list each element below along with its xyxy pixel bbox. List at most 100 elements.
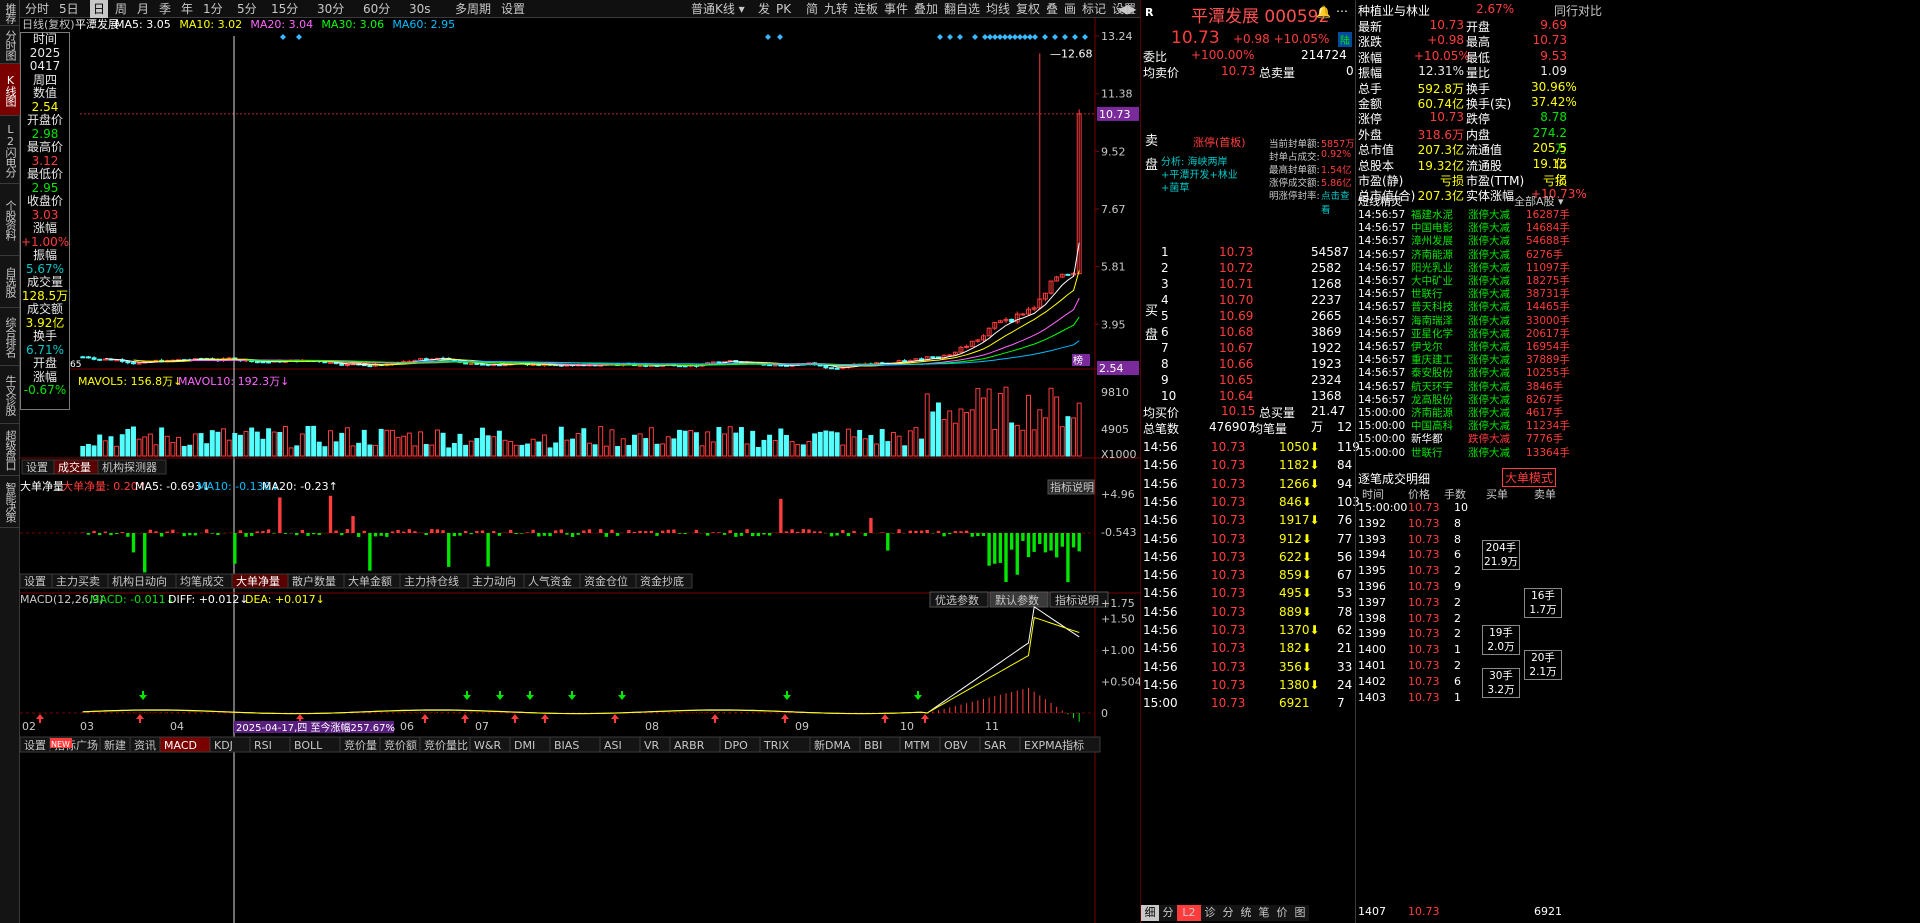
quote-tab-7[interactable]: 价 xyxy=(1273,905,1291,921)
bottom-tab-20[interactable]: BBI xyxy=(864,739,882,752)
vol-bar-159 xyxy=(975,388,981,457)
bottom-tab-24[interactable]: EXPMA指标 xyxy=(1024,738,1084,752)
period-btn-13[interactable]: 多周期 xyxy=(452,0,494,18)
quote-tab-6[interactable]: 笔 xyxy=(1255,905,1273,921)
quote-tab-4[interactable]: 分 xyxy=(1219,905,1237,921)
dadan-tab-11[interactable]: 资金抄底 xyxy=(640,574,684,588)
period-btn-8[interactable]: 5分 xyxy=(234,0,260,18)
toolbar-btn-9[interactable]: 复权 xyxy=(1013,0,1043,18)
sidebar-tab-8[interactable]: 超级盘口 xyxy=(0,424,20,476)
quote-tab-1[interactable]: 分 xyxy=(1159,905,1177,921)
quote-tab-3[interactable]: 诊 xyxy=(1201,905,1219,921)
period-btn-12[interactable]: 30s xyxy=(406,0,434,18)
bottom-tab-23[interactable]: SAR xyxy=(984,739,1007,752)
toolbar-btn-12[interactable]: 标记 xyxy=(1079,0,1109,18)
period-btn-11[interactable]: 60分 xyxy=(360,0,393,18)
dadan-tab-1[interactable]: 主力买卖 xyxy=(56,575,100,588)
bottom-tab-4[interactable]: MACD xyxy=(164,739,197,752)
period-btn-7[interactable]: 1分 xyxy=(200,0,226,18)
quote-tab-0[interactable]: 细 xyxy=(1141,905,1159,921)
bottom-tab-19[interactable]: 新DMA xyxy=(814,738,851,752)
more-icon[interactable]: ⋯ xyxy=(1336,4,1348,18)
dadan-tab-8[interactable]: 主力动向 xyxy=(472,574,516,588)
period-btn-14[interactable]: 设置 xyxy=(498,0,528,18)
period-btn-0[interactable]: 分时 xyxy=(22,0,52,18)
dadan-tab-10[interactable]: 资金仓位 xyxy=(584,574,628,588)
period-btn-3[interactable]: 周 xyxy=(112,0,130,18)
bottom-tab-12[interactable]: DMI xyxy=(514,739,535,752)
bottom-tab-3[interactable]: 资讯 xyxy=(134,739,156,752)
sidebar-tab-7[interactable]: 牛叉诊股 xyxy=(0,366,20,424)
sidebar-tab-9[interactable]: 智能决策 xyxy=(0,476,20,528)
quote-tab-2[interactable]: L2 xyxy=(1177,905,1201,921)
toolbar-btn-6[interactable]: 叠加 xyxy=(911,0,941,18)
sidebar-tab-2[interactable]: K线图 xyxy=(0,64,20,116)
period-btn-2[interactable]: 日 xyxy=(90,0,109,18)
quote-tab-5[interactable]: 统 xyxy=(1237,905,1255,921)
bottom-tab-6[interactable]: RSI xyxy=(254,739,272,752)
dadan-tab-9[interactable]: 人气资金 xyxy=(528,574,572,588)
bottom-tab-5[interactable]: KDJ xyxy=(214,739,233,752)
bottom-tab-18[interactable]: TRIX xyxy=(763,739,790,752)
bell-icon[interactable]: 🔔 xyxy=(1316,5,1331,19)
bottom-tab-16[interactable]: ARBR xyxy=(674,739,705,752)
bottom-tab-22[interactable]: OBV xyxy=(944,739,968,752)
sidebar-tab-6[interactable]: 综合排名 xyxy=(0,308,20,366)
period-btn-5[interactable]: 季 xyxy=(156,0,174,18)
toolbar-btn-7[interactable]: 翻自选 xyxy=(941,0,983,18)
vol-tab-1[interactable]: 成交量 xyxy=(58,460,91,474)
toolbar-btn-2[interactable]: 简 xyxy=(803,0,821,18)
toolbar-btn-1[interactable]: PK xyxy=(773,0,794,18)
short-filter[interactable]: 全部A股 ▾ xyxy=(1514,193,1564,209)
dadan-tab-0[interactable]: 设置 xyxy=(24,575,46,588)
toolbar-btn-8[interactable]: 均线 xyxy=(983,0,1013,18)
toolbar-btn-3[interactable]: 九转 xyxy=(821,0,851,18)
bottom-tab-21[interactable]: MTM xyxy=(904,739,930,752)
nav-arrows-icon[interactable]: ◀▶ xyxy=(1115,0,1139,18)
period-btn-6[interactable]: 年 xyxy=(178,0,196,18)
period-btn-10[interactable]: 30分 xyxy=(314,0,347,18)
sidebar-tab-1[interactable]: 分时图 xyxy=(0,26,20,64)
toolbar-btn-5[interactable]: 事件 xyxy=(881,0,911,18)
quote-tab-8[interactable]: 图 xyxy=(1291,905,1309,921)
toolbar-btn-0[interactable]: 发 xyxy=(755,0,773,18)
sidebar-tab-0[interactable]: 推荐 xyxy=(0,0,20,26)
bottom-tab-14[interactable]: ASI xyxy=(604,739,622,752)
bottom-tab-0[interactable]: 设置 xyxy=(24,739,46,752)
macd-btn-1[interactable]: 默认参数 xyxy=(995,593,1039,607)
period-btn-9[interactable]: 15分 xyxy=(268,0,301,18)
bottom-tab-8[interactable]: 竞价量 xyxy=(344,738,377,752)
sidebar-tab-3[interactable]: L2闪电分时 xyxy=(0,116,20,184)
sidebar-tab-5[interactable]: 自选股 xyxy=(0,256,20,308)
dadan-tab-6[interactable]: 大单金额 xyxy=(348,574,392,588)
toolbar-btn-11[interactable]: 画 xyxy=(1061,0,1079,18)
bottom-tab-2[interactable]: 新建 xyxy=(104,738,126,752)
detail-mode-btn[interactable]: 大单模式 xyxy=(1502,468,1557,487)
kline-chart-area[interactable]: 日线(复权) 平潭发展MA5: 3.05 MA10: 3.02 MA20: 3.04 M… xyxy=(20,18,1140,923)
vol-tab-2[interactable]: 机构探测器 xyxy=(102,460,157,474)
bottom-tab-10[interactable]: 竞价量比 xyxy=(424,738,468,752)
toolbar-btn-10[interactable]: 叠 xyxy=(1043,0,1061,18)
bottom-tab-11[interactable]: W&R xyxy=(474,739,501,752)
kline-type-select[interactable]: 普通K线 ▾ xyxy=(688,0,748,18)
dadan-tab-5[interactable]: 散户数量 xyxy=(292,574,336,588)
bottom-tab-15[interactable]: VR xyxy=(644,739,660,752)
dadan-tab-4[interactable]: 大单净量 xyxy=(236,574,280,588)
dadan-tab-7[interactable]: 主力持仓线 xyxy=(404,574,459,588)
macd-btn-0[interactable]: 优选参数 xyxy=(935,593,979,607)
sidebar-tab-4[interactable]: 个股资料 xyxy=(0,184,20,256)
dadan-tab-3[interactable]: 均笔成交 xyxy=(180,574,224,588)
high-mark: —12.68 xyxy=(1050,47,1093,60)
vol-tab-0[interactable]: 设置 xyxy=(26,461,48,474)
dadan-tab-2[interactable]: 机构日动向 xyxy=(112,574,167,588)
period-btn-1[interactable]: 5日 xyxy=(56,0,82,18)
toolbar-btn-4[interactable]: 连板 xyxy=(851,0,881,18)
bottom-tab-7[interactable]: BOLL xyxy=(294,739,323,752)
bottom-tab-17[interactable]: DPO xyxy=(724,739,748,752)
peer-compare-btn[interactable]: 同行对比 xyxy=(1554,2,1602,19)
bottom-tab-13[interactable]: BIAS xyxy=(554,739,579,752)
macd-btn-2[interactable]: 指标说明 xyxy=(1055,593,1099,607)
period-btn-4[interactable]: 月 xyxy=(134,0,152,18)
dadan-help-btn[interactable]: 指标说明 xyxy=(1050,480,1094,494)
bottom-tab-9[interactable]: 竞价额 xyxy=(384,738,417,752)
